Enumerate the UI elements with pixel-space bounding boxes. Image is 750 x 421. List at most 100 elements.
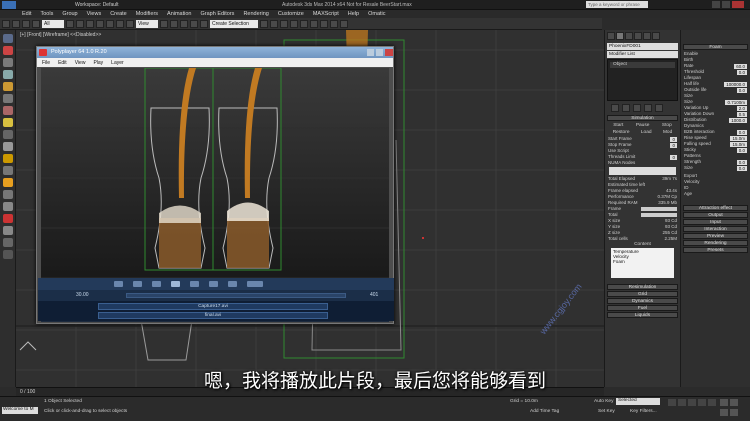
menu-modifiers[interactable]: Modifiers xyxy=(136,11,158,17)
configure-icon[interactable] xyxy=(655,104,663,112)
player-menu-edit[interactable]: Edit xyxy=(58,60,67,66)
workspace-selector[interactable]: Workspace: Default xyxy=(75,2,119,8)
dynamics-header[interactable]: Dynamics xyxy=(607,298,678,304)
output-header[interactable]: Output xyxy=(683,212,748,218)
tool-folder-icon[interactable] xyxy=(2,118,13,127)
scale-icon[interactable] xyxy=(126,19,134,28)
fuel-header[interactable]: Fuel xyxy=(607,305,678,311)
attraction-effect-header[interactable]: Attraction effect xyxy=(683,205,748,211)
param-field[interactable]: 2.0 xyxy=(736,105,747,111)
grid-header[interactable]: Grid xyxy=(607,291,678,297)
mirror-icon[interactable] xyxy=(260,19,268,28)
go-to-start-icon[interactable] xyxy=(668,399,676,406)
content-list[interactable]: Temperature Velocity Foam xyxy=(611,248,674,278)
motion-tab-icon[interactable] xyxy=(634,32,642,40)
liquids-header[interactable]: Liquids xyxy=(607,312,678,318)
param-field[interactable]: 0.0 xyxy=(736,165,747,171)
zoom-icon[interactable] xyxy=(720,399,728,406)
layer-1[interactable]: Capture17.avi xyxy=(98,303,328,310)
menu-help[interactable]: Help xyxy=(348,11,359,17)
param-field[interactable]: 60.0 xyxy=(734,63,747,69)
menu-create[interactable]: Create xyxy=(110,11,127,17)
layer-2[interactable]: final.avi xyxy=(98,312,328,319)
link-icon[interactable] xyxy=(22,19,30,28)
make-unique-icon[interactable] xyxy=(633,104,641,112)
create-tab-icon[interactable] xyxy=(607,32,615,40)
param-field[interactable]: 0.0 xyxy=(736,129,747,135)
tool-spline-icon[interactable] xyxy=(2,190,13,199)
presets-header[interactable]: Presets xyxy=(683,247,748,253)
next-key-icon[interactable] xyxy=(698,399,706,406)
tool-particles-icon[interactable] xyxy=(2,214,13,223)
schematic-icon[interactable] xyxy=(300,19,308,28)
prev-key-icon[interactable] xyxy=(678,399,686,406)
object-name-field[interactable]: PhoenixFD001 xyxy=(607,43,678,50)
play-animation-icon[interactable] xyxy=(688,399,696,406)
tool-star-icon[interactable] xyxy=(2,178,13,187)
prev-frame-icon[interactable] xyxy=(133,281,142,287)
rect-select-icon[interactable] xyxy=(86,19,94,28)
percent-snap-icon[interactable] xyxy=(190,19,198,28)
spinner-snap-icon[interactable] xyxy=(200,19,208,28)
menu-graph-editors[interactable]: Graph Editors xyxy=(201,11,235,17)
utilities-tab-icon[interactable] xyxy=(652,32,660,40)
param-field[interactable]: 0.0 xyxy=(736,159,747,165)
hierarchy-tab-icon[interactable] xyxy=(625,32,633,40)
simulation-header[interactable]: Simulation xyxy=(607,115,678,121)
start-frame-field[interactable]: 0 xyxy=(670,136,677,142)
snap-icon[interactable] xyxy=(170,19,178,28)
modifier-stack[interactable]: Object xyxy=(607,59,678,101)
render-setup-icon[interactable] xyxy=(320,19,328,28)
tool-sphere-icon[interactable] xyxy=(2,142,13,151)
numa-field[interactable] xyxy=(609,167,676,175)
stop-frame-field[interactable]: 0 xyxy=(670,142,677,148)
param-field[interactable]: 15.0m xyxy=(730,135,747,141)
tool-light-icon[interactable] xyxy=(2,82,13,91)
menu-tools[interactable]: Tools xyxy=(40,11,53,17)
stop-button[interactable]: Stop xyxy=(662,123,672,128)
param-field[interactable]: 0.5 xyxy=(736,111,747,117)
player-menu-layer[interactable]: Layer xyxy=(111,60,124,66)
reference-coord-dropdown[interactable]: View xyxy=(136,19,158,28)
modifier-list-dropdown[interactable]: Modifier List xyxy=(607,51,678,58)
menu-edit[interactable]: Edit xyxy=(22,11,31,17)
tool-shape-icon[interactable] xyxy=(2,202,13,211)
next-frame-icon[interactable] xyxy=(209,281,218,287)
auto-key-button[interactable]: Auto Key xyxy=(594,399,613,404)
player-menu-file[interactable]: File xyxy=(42,60,50,66)
menu-animation[interactable]: Animation xyxy=(167,11,191,17)
player-maximize-button[interactable] xyxy=(376,49,383,56)
tool-sun-icon[interactable] xyxy=(2,154,13,163)
step-forward-icon[interactable] xyxy=(190,281,199,287)
pivot-icon[interactable] xyxy=(160,19,168,28)
viewport-label[interactable]: [+] [Front] [Wireframe] <<Disabled>> xyxy=(20,32,101,38)
key-filters-button[interactable]: Key Filters... xyxy=(630,409,657,414)
move-icon[interactable] xyxy=(106,19,114,28)
tool-extra-icon[interactable] xyxy=(2,250,13,259)
param-field[interactable]: 0.0 xyxy=(736,69,747,75)
mod-button[interactable]: Mod xyxy=(663,130,672,135)
tool-space-warp-icon[interactable] xyxy=(2,226,13,235)
close-button[interactable] xyxy=(732,1,744,8)
timeline-slider[interactable] xyxy=(126,293,346,298)
rendering-header[interactable]: Rendering xyxy=(683,240,748,246)
player-minimize-button[interactable] xyxy=(367,49,374,56)
orbit-icon[interactable] xyxy=(720,409,728,416)
unlink-icon[interactable] xyxy=(32,19,40,28)
param-field[interactable]: 0.0 xyxy=(736,87,747,93)
maximize-button[interactable] xyxy=(722,1,730,8)
material-editor-icon[interactable] xyxy=(310,19,318,28)
remove-modifier-icon[interactable] xyxy=(644,104,652,112)
input-header[interactable]: Input xyxy=(683,219,748,225)
param-field[interactable]: 15.0m xyxy=(730,141,747,147)
app-logo-icon[interactable] xyxy=(2,1,16,9)
pause-button[interactable]: Pause xyxy=(636,123,650,128)
search-input[interactable]: Type a keyword or phrase xyxy=(586,1,648,8)
player-close-button[interactable] xyxy=(385,49,393,56)
step-back-icon[interactable] xyxy=(152,281,161,287)
preview-header[interactable]: Preview xyxy=(683,233,748,239)
param-field[interactable]: 0.0 xyxy=(736,147,747,153)
threads-field[interactable]: 0 xyxy=(670,154,677,160)
window-crossing-icon[interactable] xyxy=(96,19,104,28)
tool-helper-icon[interactable] xyxy=(2,166,13,175)
